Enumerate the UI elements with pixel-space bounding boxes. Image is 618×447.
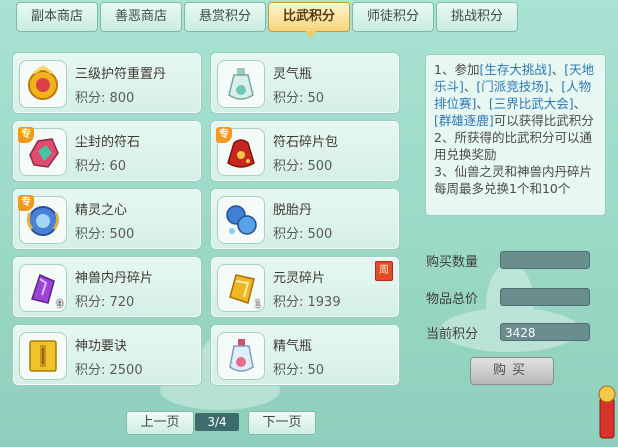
item-price: 积分: 500 <box>273 227 333 242</box>
exclusive-tag: 专 <box>216 127 232 143</box>
total-price-label: 物品总价 <box>426 292 479 307</box>
corner-ornament-icon <box>598 385 616 439</box>
item-slot: 专 <box>18 195 67 244</box>
item-name: 符石碎片包 <box>273 135 339 150</box>
next-page-button[interactable]: 下一页 <box>248 411 316 435</box>
item-card[interactable]: 专 尘封的符石 积分: 60 <box>12 120 202 182</box>
item-card[interactable]: 专 符石碎片包 积分: 500 <box>210 120 400 182</box>
exclusive-tag: 专 <box>18 127 34 143</box>
item-name: 神兽内丹碎片 <box>75 271 154 286</box>
weekly-limit-badge: 周 <box>375 261 393 281</box>
tab-arena-points[interactable]: 比武积分 <box>268 2 350 38</box>
item-slot: 9 <box>19 264 67 312</box>
item-slot: 专 <box>216 127 265 176</box>
item-slot <box>217 196 265 244</box>
item-name: 元灵碎片 <box>273 271 326 286</box>
essence-bottle-icon <box>229 339 254 372</box>
spirit-bottle-icon <box>228 68 254 100</box>
item-price: 积分: 500 <box>75 227 135 242</box>
rules-panel: 1、参加[生存大挑战]、[天地乐斗]、[门派竞技场]、[人物排位赛]、[三界比武… <box>425 54 606 216</box>
item-price: 积分: 50 <box>273 363 325 378</box>
item-price: 积分: 2500 <box>75 363 143 378</box>
current-points-label: 当前积分 <box>426 327 479 342</box>
item-name: 三级护符重置丹 <box>75 67 167 82</box>
buy-button[interactable]: 购买 <box>470 357 554 385</box>
item-card[interactable]: 1 元灵碎片 积分: 1939 周 <box>210 256 400 318</box>
current-points-field: 3428 <box>500 323 590 341</box>
item-name: 神功要诀 <box>75 339 128 354</box>
skill-book-icon <box>29 340 57 372</box>
item-price: 积分: 50 <box>273 91 325 106</box>
item-slot: 1 <box>217 264 265 312</box>
item-slot <box>19 332 67 380</box>
item-price: 积分: 500 <box>273 159 333 174</box>
item-name: 精气瓶 <box>273 339 313 354</box>
rebirth-pill-icon <box>226 205 257 235</box>
item-card[interactable]: 灵气瓶 积分: 50 <box>210 52 400 114</box>
item-slot: 专 <box>18 127 67 176</box>
item-price: 积分: 720 <box>75 295 135 310</box>
quantity-label: 购买数量 <box>426 255 479 270</box>
rules-line-1: 1、参加[生存大挑战]、[天地乐斗]、[门派竞技场]、[人物排位赛]、[三界比武… <box>434 62 595 128</box>
total-price-field <box>500 288 590 306</box>
item-card[interactable]: 脱胎丹 积分: 500 <box>210 188 400 250</box>
tab-challenge-points[interactable]: 挑战积分 <box>436 2 518 32</box>
item-card[interactable]: 三级护符重置丹 积分: 800 <box>12 52 202 114</box>
item-card[interactable]: 精气瓶 积分: 50 <box>210 324 400 386</box>
page-indicator: 3/4 <box>195 413 239 431</box>
quantity-input[interactable] <box>500 251 590 269</box>
tab-bar: 副本商店 善恶商店 悬赏积分 比武积分 师徒积分 挑战积分 <box>16 2 518 38</box>
item-name: 精灵之心 <box>75 203 128 218</box>
item-name: 脱胎丹 <box>273 203 313 218</box>
rules-line-2: 2、所获得的比武积分可以通用兑换奖励 <box>434 130 592 162</box>
tab-mentor-points[interactable]: 师徒积分 <box>352 2 434 32</box>
item-price: 积分: 800 <box>75 91 135 106</box>
item-count: 1 <box>254 299 261 310</box>
exclusive-tag: 专 <box>18 195 34 211</box>
item-price: 积分: 60 <box>75 159 127 174</box>
item-price: 积分: 1939 <box>273 295 341 310</box>
prev-page-button[interactable]: 上一页 <box>126 411 194 435</box>
item-card[interactable]: 神功要诀 积分: 2500 <box>12 324 202 386</box>
item-slot <box>217 332 265 380</box>
gold-amulet-icon <box>28 65 58 100</box>
tab-bounty-points[interactable]: 悬赏积分 <box>184 2 266 32</box>
item-name: 灵气瓶 <box>273 67 313 82</box>
tab-dungeon-shop[interactable]: 副本商店 <box>16 2 98 32</box>
tab-karma-shop[interactable]: 善恶商店 <box>100 2 182 32</box>
rules-line-3: 3、仙兽之灵和神兽内丹碎片每周最多兑换1个和10个 <box>434 164 592 196</box>
item-count: 9 <box>56 299 63 310</box>
item-card[interactable]: 专 精灵之心 积分: 500 <box>12 188 202 250</box>
item-name: 尘封的符石 <box>75 135 141 150</box>
item-slot <box>217 60 265 108</box>
item-card[interactable]: 9 神兽内丹碎片 积分: 720 <box>12 256 202 318</box>
item-slot <box>19 60 67 108</box>
